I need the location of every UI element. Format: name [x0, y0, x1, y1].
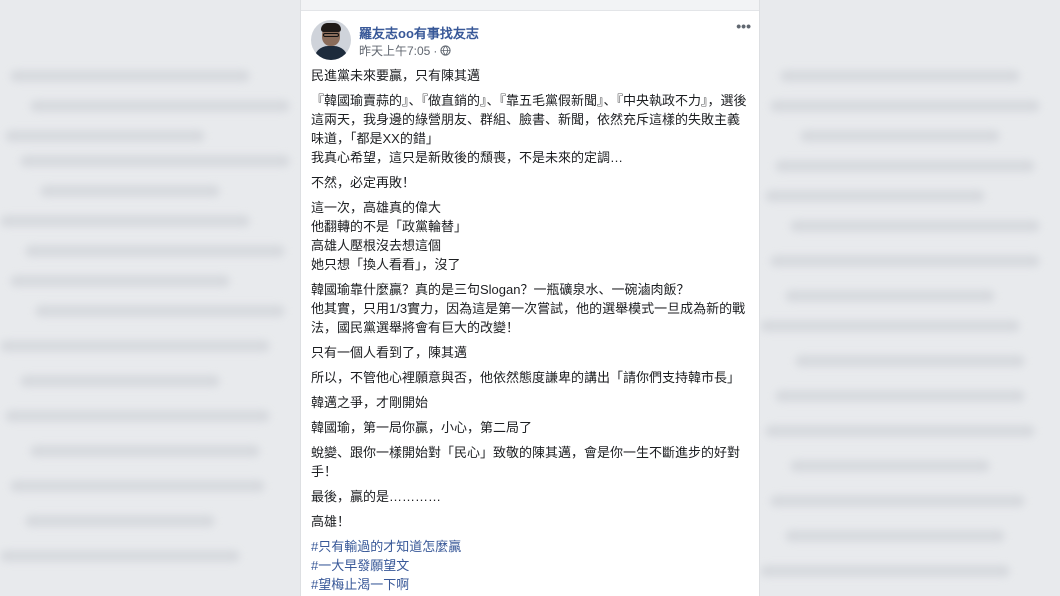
post-paragraph: 這一次，高雄真的偉大 他翻轉的不是「政黨輪替」 高雄人壓根沒去想這個 她只想「換…	[311, 200, 468, 272]
post-paragraph: 韓國瑜，第一局你贏，小心，第二局了	[311, 420, 533, 435]
post-paragraph: 韓邁之爭，才剛開始	[311, 395, 429, 410]
author-avatar[interactable]	[311, 20, 351, 60]
post-paragraph: 民進黨未來要贏，只有陳其邁	[311, 68, 481, 83]
post-paragraph: 不然，必定再敗！	[311, 175, 416, 190]
hashtag-link[interactable]: #只有輸過的才知道怎麼贏	[311, 537, 747, 556]
hashtag-link[interactable]: #一大早發願望文	[311, 556, 747, 575]
globe-icon[interactable]	[440, 45, 451, 56]
blurred-background-right	[760, 0, 1060, 596]
post-paragraph: 『韓國瑜賣蒜的』、『做直銷的』、『靠五毛黨假新聞』、『中央執政不力』，選後這兩天…	[311, 93, 747, 165]
hashtag-link[interactable]: #望梅止渴一下啊	[311, 575, 747, 594]
more-options-button[interactable]: •••	[736, 18, 751, 34]
blurred-background-left	[0, 0, 300, 596]
author-name-link[interactable]: 羅友志oo有事找友志	[359, 23, 479, 42]
meta-separator: ·	[433, 43, 438, 58]
post-meta: 昨天上午7:05 ·	[359, 42, 451, 59]
post-paragraph: 所以，不管他心裡願意與否，他依然態度謙卑的講出「請你們支持韓市長」	[311, 370, 741, 385]
post-paragraph: 韓國瑜靠什麼贏？真的是三句Slogan？一瓶礦泉水、一碗滷肉飯？ 他其實，只用1…	[311, 282, 746, 335]
post-paragraph: 最後，贏的是…………	[311, 489, 442, 504]
post-paragraph: 只有一個人看到了，陳其邁	[311, 345, 468, 360]
post-content: 民進黨未來要贏，只有陳其邁 『韓國瑜賣蒜的』、『做直銷的』、『靠五毛黨假新聞』、…	[311, 66, 747, 594]
post-timestamp[interactable]: 昨天上午7:05	[359, 42, 430, 59]
facebook-post: 羅友志oo有事找友志 昨天上午7:05 · ••• 民進黨未來要贏，只有陳其邁 …	[300, 0, 760, 596]
post-top-divider	[301, 0, 759, 11]
hashtag-list: #只有輸過的才知道怎麼贏 #一大早發願望文 #望梅止渴一下啊	[311, 537, 747, 594]
post-paragraph: 高雄！	[311, 514, 351, 529]
post-paragraph: 蛻變、跟你一樣開始對「民心」致敬的陳其邁，會是你一生不斷進步的好對手！	[311, 445, 741, 479]
